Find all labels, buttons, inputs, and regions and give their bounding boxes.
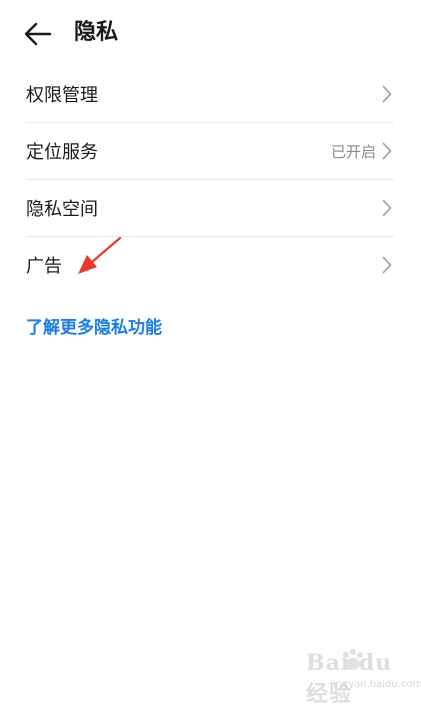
- settings-item-location-services[interactable]: 定位服务 已开启: [26, 123, 394, 180]
- back-button[interactable]: [18, 14, 58, 54]
- status-text: 已开启: [330, 142, 376, 161]
- page-title: 隐私: [74, 20, 119, 45]
- settings-item-private-space[interactable]: 隐私空间: [26, 180, 394, 237]
- chevron-right-icon: [380, 255, 394, 275]
- chevron-right-icon: [380, 141, 394, 161]
- app-header: 隐私: [0, 0, 421, 66]
- annotation-arrow-icon: [78, 236, 122, 274]
- settings-item-permission-management[interactable]: 权限管理: [26, 66, 394, 123]
- watermark-url: jingyan.baidu.com: [330, 679, 421, 690]
- settings-item-label: 定位服务: [26, 142, 98, 163]
- learn-more-privacy-link[interactable]: 了解更多隐私功能: [26, 313, 162, 338]
- arrow-left-icon: [24, 22, 52, 46]
- watermark-logo: Bai du 经验 jingyan.baidu.com: [300, 646, 421, 707]
- settings-item-label: 隐私空间: [26, 199, 98, 220]
- settings-item-label: 权限管理: [26, 85, 98, 106]
- chevron-right-icon: [380, 198, 394, 218]
- chevron-right-icon: [380, 84, 394, 104]
